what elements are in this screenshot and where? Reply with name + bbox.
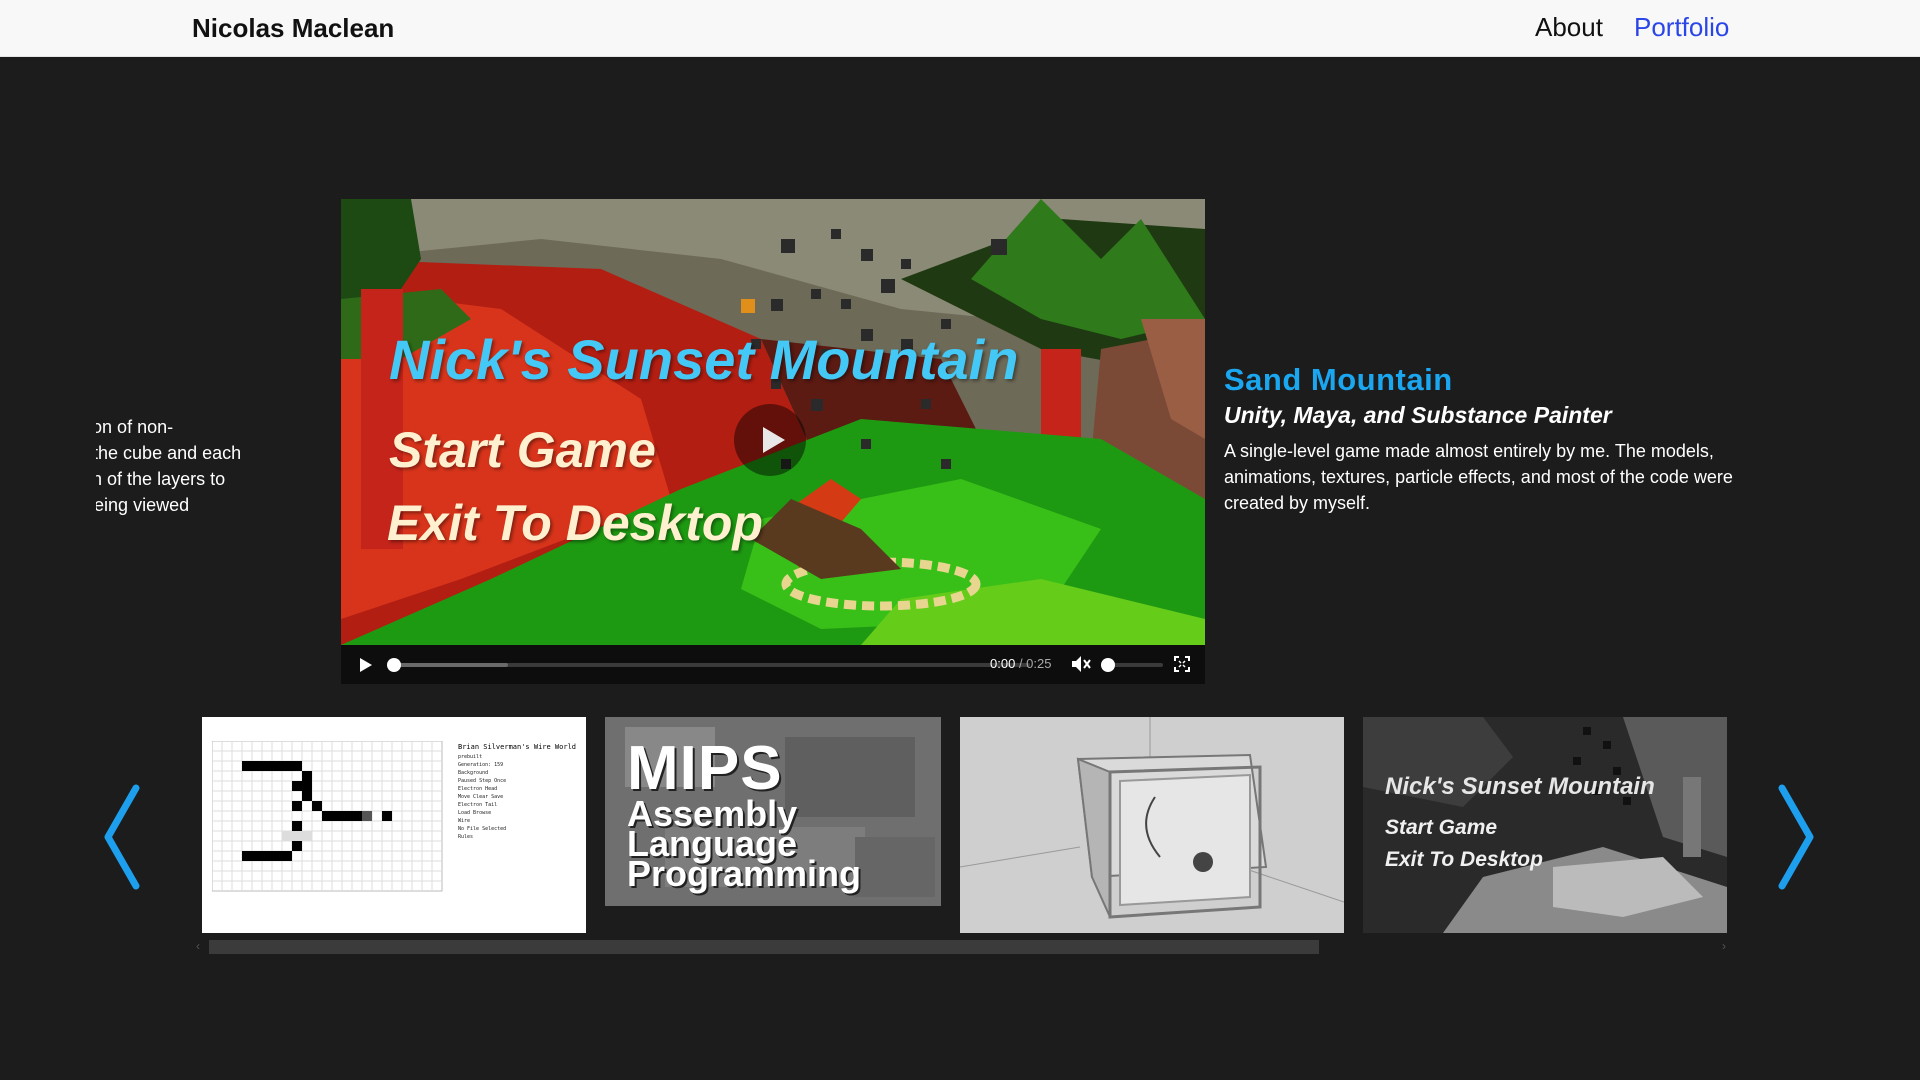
play-icon[interactable] xyxy=(360,658,372,672)
scroll-right-icon[interactable]: › xyxy=(1722,939,1726,953)
thumbnail-sunset-mountain[interactable]: Nick's Sunset Mountain Start Game Exit T… xyxy=(1363,717,1727,933)
project-subtitle: Unity, Maya, and Substance Painter xyxy=(1224,402,1612,428)
previous-project-line: he illusion of non- xyxy=(96,417,174,437)
big-play-button[interactable] xyxy=(734,404,806,476)
thumbnail-wire-world[interactable]: Brian Silverman's Wire World prebuilt Ge… xyxy=(202,717,586,933)
duration: / 0:25 xyxy=(1018,656,1052,671)
previous-project-line: ; within the cube and each xyxy=(96,443,242,463)
thumbnail-cube-3d[interactable] xyxy=(960,717,1344,933)
chevron-left-icon[interactable] xyxy=(100,782,144,892)
scroll-left-icon[interactable]: ‹ xyxy=(196,939,200,953)
fullscreen-icon[interactable] xyxy=(1174,656,1190,672)
volume-handle[interactable] xyxy=(1101,658,1115,672)
project-description: A single-level game made almost entirely… xyxy=(1224,441,1733,513)
video-menu-start: Start Game xyxy=(389,422,656,478)
volume-muted-icon[interactable] xyxy=(1071,655,1091,673)
progress-handle[interactable] xyxy=(387,658,401,672)
navbar: Nicolas Maclean About Portfolio xyxy=(0,0,1920,57)
previous-project-text: he illusion of non- ; within the cube and… xyxy=(96,414,322,518)
mips-title-text: MIPS Assembly Language Programming xyxy=(627,734,862,894)
thumbnail-mips-assembly[interactable]: MIPS Assembly Language Programming xyxy=(605,717,941,906)
site-brand[interactable]: Nicolas Maclean xyxy=(192,13,394,44)
wire-world-panel: prebuilt Generation: 159 Background Paus… xyxy=(458,754,507,840)
project-title: Sand Mountain xyxy=(1224,362,1453,397)
previous-project-line: se which of the layers to xyxy=(96,469,226,489)
nav-link-portfolio[interactable]: Portfolio xyxy=(1634,12,1729,43)
wire-world-grid xyxy=(212,741,443,892)
thumb-sunset-title: Nick's Sunset Mountain xyxy=(1385,773,1655,800)
current-time: 0:00 xyxy=(990,656,1016,671)
video-controls: 0:00 / 0:25 xyxy=(341,645,1205,684)
nav-link-about[interactable]: About xyxy=(1535,12,1603,43)
thumb-sunset-start: Start Game xyxy=(1385,816,1498,839)
video-menu-exit: Exit To Desktop xyxy=(387,495,763,551)
video-player[interactable]: Nick's Sunset Mountain Start Game Exit T… xyxy=(341,199,1205,684)
thumb-sunset-exit: Exit To Desktop xyxy=(1385,848,1543,871)
previous-project-line: e was being viewed xyxy=(96,495,190,515)
previous-project-description: he illusion of non- ; within the cube and… xyxy=(96,414,332,524)
video-menu-title: Nick's Sunset Mountain xyxy=(389,328,1019,391)
video-frame[interactable]: Nick's Sunset Mountain Start Game Exit T… xyxy=(341,199,1205,645)
chevron-right-icon[interactable] xyxy=(1774,782,1818,892)
wire-world-title: Brian Silverman's Wire World xyxy=(458,743,577,751)
progress-bar[interactable] xyxy=(387,658,1030,672)
scrollbar-thumb[interactable] xyxy=(209,940,1319,954)
buffered-bar xyxy=(393,663,508,667)
volume-slider[interactable] xyxy=(1101,658,1163,672)
carousel-scrollbar[interactable]: ‹ › xyxy=(196,938,1726,956)
time-display: 0:00 / 0:25 xyxy=(990,656,1051,671)
cube-illustration xyxy=(960,717,1344,933)
